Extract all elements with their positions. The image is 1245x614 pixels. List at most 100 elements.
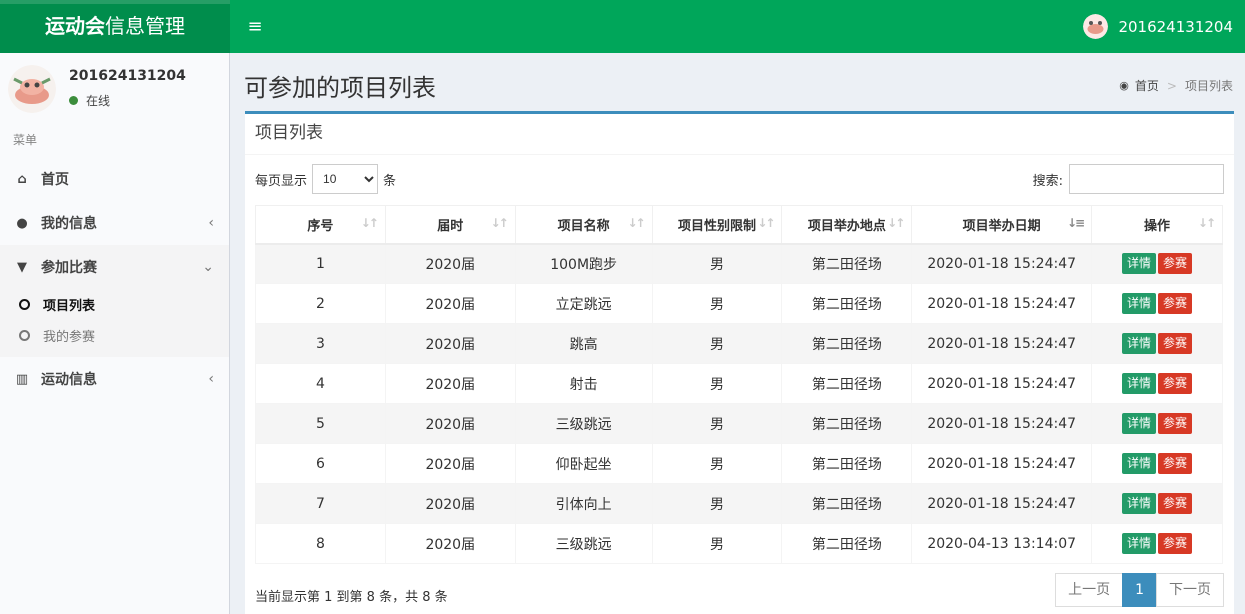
column-header[interactable]: 届时 ↓↑ [384, 205, 516, 245]
user-avatar [8, 65, 56, 113]
table-row: 2 2020届 立定跳远男第二田径场 2020-01-18 15:24:47 详情 参赛 [255, 283, 1223, 324]
breadcrumb-home[interactable]: 首页 [1135, 77, 1159, 94]
table-cell: 2020届 [384, 403, 516, 444]
sort-icon: ↓↑ [887, 216, 905, 230]
bar-chart-icon: ▥ [15, 371, 29, 387]
main-content: 可参加的项目列表 ◉ 首页 > 项目列表 项目列表 每页显示 10 条 搜索: … [230, 53, 1245, 614]
actions-cell: 详情 参赛 [1091, 523, 1223, 564]
detail-button[interactable]: 详情 [1122, 293, 1157, 314]
breadcrumb-separator: > [1166, 78, 1177, 93]
sidebar-subitem-event-list[interactable]: 项目列表 [0, 289, 229, 320]
table-row: 1 2020届 100M跑步男第二田径场 2020-01-18 15:24:47 详情参… [255, 243, 1223, 284]
column-header[interactable]: 序号 ↓↑ [255, 205, 386, 245]
detail-button[interactable]: 详情 [1122, 333, 1157, 354]
user-status: 在线 [69, 92, 110, 109]
join-button[interactable]: 参赛 [1158, 533, 1193, 554]
column-header[interactable]: 项目名称 ↓↑ [514, 205, 653, 245]
table-row: 7 2020届 引体向上男第二田径场 2020-01-18 15:24:47 详情 参赛 [255, 483, 1223, 524]
box-title: 项目列表 [245, 114, 1234, 155]
column-header[interactable]: 项目举办地点 ↓↑ [781, 205, 913, 245]
table-cell: 跳高 [514, 323, 653, 364]
table-row: 3 2020届 跳高男第二田径场 2020-01-18 15:24:47 详情 参赛 [255, 323, 1223, 364]
detail-button[interactable]: 详情 [1122, 413, 1157, 434]
page-title: 可参加的项目列表 [244, 74, 436, 102]
join-button[interactable]: 参赛 [1158, 413, 1193, 434]
table-cell: 2020-01-18 15:24:47 [911, 483, 1093, 524]
sort-icon: ↓≡ [1067, 216, 1085, 230]
table-cell: 3 [255, 323, 386, 364]
table-cell: 男 [651, 363, 783, 404]
column-header[interactable]: 操作 ↓↑ [1091, 205, 1223, 245]
search-control: 搜索: [1033, 164, 1224, 194]
table-cell: 2020-01-18 15:24:47 [911, 323, 1093, 364]
sidebar-subitem-my-entries[interactable]: 我的参赛 [0, 320, 229, 351]
actions-cell: 详情 参赛 [1091, 363, 1223, 404]
circle-icon [19, 330, 30, 341]
table-cell: 引体向上 [514, 483, 653, 524]
detail-button[interactable]: 详情 [1122, 453, 1157, 474]
column-header[interactable]: 项目性别限制 ↓↑ [651, 205, 783, 245]
join-button[interactable]: 参赛 [1158, 293, 1193, 314]
prev-page-button[interactable]: 上一页 [1055, 573, 1124, 607]
join-button[interactable]: 参赛 [1158, 333, 1193, 354]
event-list-box: 项目列表 每页显示 10 条 搜索: 序号 ↓↑ 届时 ↓↑ 项目名称 ↓↑ 项目性别限制 ↓… [245, 111, 1234, 614]
table-cell: 仰卧起坐 [514, 443, 653, 484]
table-row: 8 2020届 三级跳远男第二田径场 2020-04-13 13:14:07 详情 参赛 [255, 523, 1223, 564]
actions-cell: 详情 参赛 [1091, 483, 1223, 524]
app-logo[interactable]: 运动会信息管理 [0, 0, 230, 53]
table-cell: 4 [255, 363, 386, 404]
actions-cell: 详情 参赛 [1091, 443, 1223, 484]
sort-icon: ↓↑ [757, 216, 775, 230]
detail-button[interactable]: 详情 [1122, 493, 1157, 514]
table-cell: 2 [255, 283, 386, 324]
menu-header: 菜单 [13, 133, 38, 147]
chevron-left-icon: ‹ [208, 371, 214, 387]
join-button[interactable]: 参赛 [1158, 253, 1193, 275]
table-cell: 2020-01-18 15:24:47 [911, 363, 1093, 404]
table-cell: 100M跑步 [514, 243, 653, 284]
search-input[interactable] [1069, 164, 1224, 194]
table-info: 当前显示第 1 到第 8 条，共 8 条 [255, 590, 448, 605]
top-navbar: 运动会信息管理 ≡ 201624131204 [0, 0, 1245, 53]
table-row: 6 2020届 仰卧起坐男第二田径场 2020-01-18 15:24:47 详情 参赛 [255, 443, 1223, 484]
breadcrumb: ◉ 首页 > 项目列表 [1119, 77, 1233, 94]
table-cell: 男 [651, 443, 783, 484]
table-cell: 男 [651, 403, 783, 444]
table-cell: 三级跳远 [514, 523, 653, 564]
page-size-select[interactable]: 10 [312, 164, 379, 194]
detail-button[interactable]: 详情 [1122, 533, 1157, 554]
dashboard-icon: ◉ [1119, 79, 1129, 92]
table-cell: 第二田径场 [781, 323, 913, 364]
table-cell: 立定跳远 [514, 283, 653, 324]
table-cell: 5 [255, 403, 386, 444]
sidebar-item-join-competition[interactable]: ▼ 参加比赛 ⌄ [0, 245, 229, 289]
page-size-control: 每页显示 10 条 [255, 164, 396, 194]
column-header[interactable]: 项目举办日期 ↓≡ [911, 205, 1093, 245]
pagination: 上一页 1 下一页 [1055, 573, 1224, 607]
page-1-button[interactable]: 1 [1122, 573, 1157, 607]
sidebar-item-sports-info[interactable]: ▥ 运动信息 ‹ [0, 357, 229, 401]
detail-button[interactable]: 详情 [1122, 253, 1157, 275]
sidebar-toggle-icon[interactable]: ≡ [235, 0, 275, 53]
sidebar-item-my-info[interactable]: ● 我的信息 ‹ [0, 201, 229, 245]
sort-icon: ↓↑ [360, 216, 379, 230]
sidebar-item-home[interactable]: ⌂ 首页 [0, 157, 229, 201]
table-cell: 第二田径场 [781, 403, 913, 444]
detail-button[interactable]: 详情 [1122, 373, 1157, 394]
table-cell: 射击 [514, 363, 653, 404]
table-cell: 2020届 [384, 323, 516, 364]
avatar [1083, 14, 1109, 39]
table-row: 5 2020届 三级跳远男第二田径场 2020-01-18 15:24:47 详情 参赛 [255, 403, 1223, 444]
table-cell: 2020-01-18 15:24:47 [911, 443, 1093, 484]
table-cell: 2020届 [384, 283, 516, 324]
table-cell: 2020-01-18 15:24:47 [911, 283, 1093, 324]
user-menu[interactable]: 201624131204 [1083, 0, 1245, 53]
table-cell: 男 [651, 483, 783, 524]
join-button[interactable]: 参赛 [1158, 453, 1193, 474]
join-button[interactable]: 参赛 [1158, 493, 1193, 514]
table-cell: 三级跳远 [514, 403, 653, 444]
next-page-button[interactable]: 下一页 [1156, 573, 1224, 607]
table-cell: 2020-01-18 15:24:47 [911, 243, 1093, 284]
join-button[interactable]: 参赛 [1158, 373, 1193, 394]
table-cell: 第二田径场 [781, 363, 913, 404]
